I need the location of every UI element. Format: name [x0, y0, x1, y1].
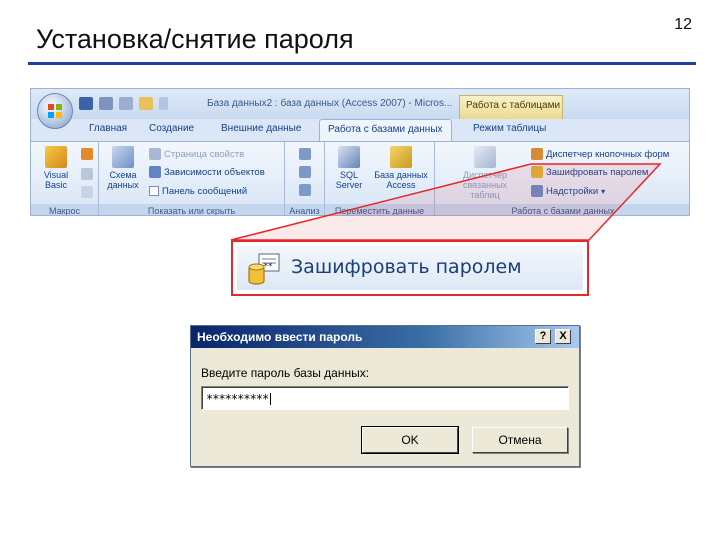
- encrypt-password-button[interactable]: Зашифровать паролем: [531, 164, 648, 180]
- access-ribbon: База данных2 : база данных (Access 2007)…: [30, 88, 690, 216]
- property-sheet-button[interactable]: Страница свойств: [149, 146, 244, 162]
- schema-button[interactable]: Схема данных: [105, 146, 141, 190]
- open-folder-icon[interactable]: [139, 97, 153, 110]
- help-button[interactable]: ?: [535, 329, 551, 344]
- group-macro: Visual Basic Макрос: [31, 142, 99, 215]
- tab-create[interactable]: Создание: [149, 123, 194, 134]
- encrypt-password-callout: ** Зашифровать паролем: [231, 240, 589, 296]
- ribbon-tabs: Главная Создание Внешние данные Работа с…: [31, 119, 689, 141]
- access-database-label: База данных Access: [374, 170, 428, 190]
- tab-home[interactable]: Главная: [89, 123, 127, 134]
- group-label-move-data: Переместить данные: [325, 204, 434, 215]
- group-label-database-tools: Работа с базами данных: [435, 204, 689, 215]
- dialog-title: Необходимо ввести пароль: [197, 330, 363, 344]
- window-title: База данных2 : база данных (Access 2007)…: [207, 98, 453, 109]
- group-database-tools: Диспетчер связанных таблиц Диспетчер кно…: [435, 142, 689, 215]
- slide-title: Установка/снятие пароля: [36, 24, 354, 54]
- ok-button[interactable]: OK: [361, 426, 459, 454]
- macro-run-icon[interactable]: [81, 148, 93, 160]
- quick-access-icons: [79, 97, 168, 110]
- redo-icon[interactable]: [119, 97, 133, 110]
- property-sheet-icon: [149, 148, 161, 160]
- object-dependencies-button[interactable]: Зависимости объектов: [149, 164, 265, 180]
- linked-table-manager-button[interactable]: Диспетчер связанных таблиц: [449, 146, 521, 200]
- relationships-icon: [112, 146, 134, 168]
- message-bar-label: Панель сообщений: [162, 185, 248, 197]
- group-move-data: SQL Server База данных Access Переместит…: [325, 142, 435, 215]
- text-caret: [270, 393, 272, 405]
- object-dependencies-icon: [149, 166, 161, 178]
- access-database-button[interactable]: База данных Access: [371, 146, 431, 190]
- group-analyze: Анализ: [285, 142, 325, 215]
- encrypt-database-icon: [531, 166, 543, 178]
- addins-label: Надстройки: [546, 185, 599, 197]
- addins-button[interactable]: Надстройки ▾: [531, 183, 605, 199]
- quick-access-toolbar: База данных2 : база данных (Access 2007)…: [31, 89, 689, 119]
- svg-text:**: **: [264, 262, 274, 272]
- encrypt-password-label: Зашифровать паролем: [546, 166, 649, 178]
- group-label-macro: Макрос: [31, 204, 98, 215]
- customize-dropdown-icon[interactable]: [159, 97, 168, 110]
- group-label-show-hide: Показать или скрыть: [99, 204, 284, 215]
- office-button[interactable]: [37, 93, 73, 129]
- property-sheet-label: Страница свойств: [164, 148, 245, 160]
- addins-dropdown-icon: ▾: [601, 186, 606, 196]
- context-tab-table-tools[interactable]: Работа с таблицами: [459, 95, 563, 119]
- group-label-analyze: Анализ: [285, 204, 324, 215]
- switchboard-icon: [531, 148, 543, 160]
- password-value: **********: [206, 392, 269, 406]
- switchboard-manager-label: Диспетчер кнопочных форм: [546, 148, 670, 160]
- visual-basic-button[interactable]: Visual Basic: [39, 146, 73, 190]
- switchboard-manager-button[interactable]: Диспетчер кнопочных форм: [531, 146, 669, 162]
- documenter-icon[interactable]: [299, 184, 311, 196]
- password-dialog: Необходимо ввести пароль ? X Введите пар…: [190, 325, 580, 467]
- linked-table-manager-label: Диспетчер связанных таблиц: [462, 170, 508, 200]
- macro-convert-icon[interactable]: [81, 168, 93, 180]
- object-dependencies-label: Зависимости объектов: [164, 166, 265, 178]
- undo-icon[interactable]: [99, 97, 113, 110]
- addins-icon: [531, 185, 543, 197]
- tab-datasheet[interactable]: Режим таблицы: [473, 123, 546, 134]
- message-bar-toggle[interactable]: Панель сообщений: [149, 183, 247, 199]
- schema-label: Схема данных: [107, 170, 139, 190]
- encrypt-database-icon: **: [248, 253, 280, 285]
- sql-server-button[interactable]: SQL Server: [331, 146, 367, 190]
- macro-security-icon[interactable]: [81, 186, 93, 198]
- ribbon-panel: Visual Basic Макрос Схема данных Страниц…: [31, 141, 689, 215]
- visual-basic-label: Visual Basic: [43, 170, 69, 190]
- save-icon[interactable]: [79, 97, 93, 110]
- analyze-table-icon[interactable]: [299, 148, 311, 160]
- title-underline: [28, 62, 696, 65]
- callout-inner: ** Зашифровать паролем: [237, 246, 583, 290]
- callout-label: Зашифровать паролем: [291, 256, 522, 278]
- password-input[interactable]: **********: [201, 386, 569, 410]
- linked-table-manager-icon: [474, 146, 496, 168]
- group-show-hide: Схема данных Страница свойств Зависимост…: [99, 142, 285, 215]
- message-bar-checkbox[interactable]: [149, 186, 159, 196]
- close-button[interactable]: X: [555, 329, 571, 344]
- password-prompt: Введите пароль базы данных:: [201, 366, 370, 380]
- database-split-icon: [390, 146, 412, 168]
- tab-database-tools[interactable]: Работа с базами данных: [319, 119, 452, 141]
- tab-external-data[interactable]: Внешние данные: [221, 123, 301, 134]
- sql-server-label: SQL Server: [335, 170, 363, 190]
- visual-basic-icon: [45, 146, 67, 168]
- office-logo-icon: [48, 104, 62, 118]
- cancel-button[interactable]: Отмена: [472, 427, 568, 453]
- sql-server-icon: [338, 146, 360, 168]
- analyze-performance-icon[interactable]: [299, 166, 311, 178]
- slide-number: 12: [674, 16, 692, 33]
- dialog-titlebar[interactable]: Необходимо ввести пароль ? X: [191, 326, 579, 348]
